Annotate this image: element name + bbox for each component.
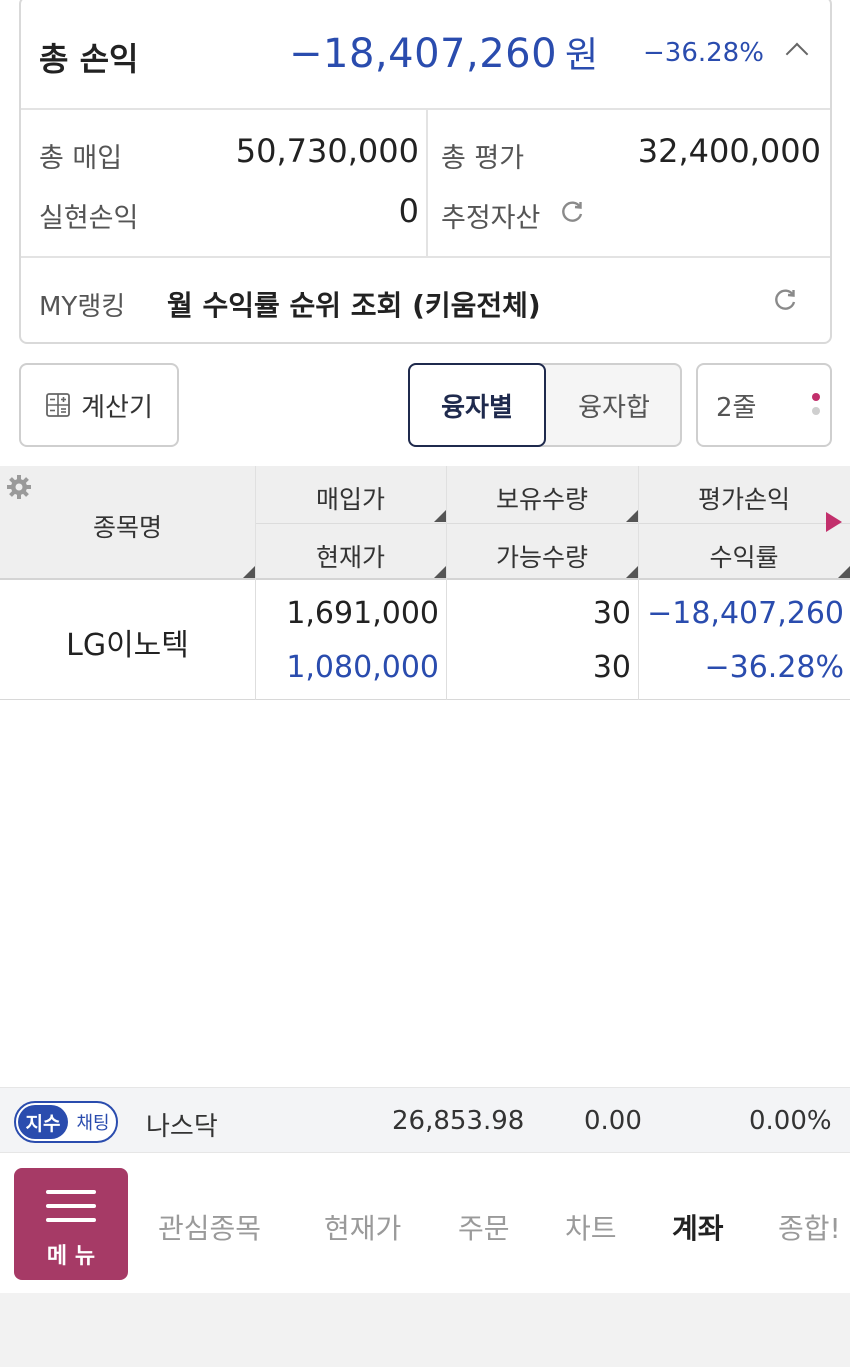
index-change: 0.00: [584, 1106, 642, 1136]
stats-grid: 총 매입 50,730,000 총 평가 32,400,000 실현손익 0 추…: [21, 110, 830, 258]
menu-button[interactable]: 메 뉴: [14, 1168, 128, 1280]
account-summary-card: 총 손익 −18,407,260 원 −36.28% 총 매입 50,730,00…: [19, 0, 832, 344]
calculator-button[interactable]: 계산기: [19, 363, 179, 447]
index-name: 나스닥: [146, 1112, 218, 1142]
tab-by-loan[interactable]: 융자별: [408, 363, 546, 447]
total-buy-label: 총 매입: [39, 143, 123, 174]
row-lines-selector[interactable]: 2줄: [696, 363, 832, 447]
stock-name[interactable]: LG이노텍: [0, 620, 255, 664]
calculator-icon: [46, 393, 71, 417]
index-ticker-bar[interactable]: 지수 채팅 나스닥 26,853.98 0.00 0.00%: [0, 1087, 850, 1153]
nav-current-price[interactable]: 현재가: [324, 1207, 401, 1247]
hamburger-icon: [46, 1190, 96, 1194]
return-rate-cell: −36.28%: [704, 650, 844, 685]
my-ranking-label: MY랭킹: [39, 292, 126, 322]
nav-watchlist[interactable]: 관심종목: [158, 1207, 261, 1247]
gear-icon[interactable]: [6, 474, 32, 500]
my-ranking-text[interactable]: 월 수익률 순위 조회 (키움전체): [167, 284, 541, 324]
nav-chart[interactable]: 차트: [565, 1207, 617, 1247]
header-eval-pl[interactable]: 평가손익: [638, 480, 850, 516]
total-eval-label: 총 평가: [441, 143, 525, 174]
tab-loan-sum[interactable]: 융자합: [546, 365, 682, 445]
index-toggle-option[interactable]: 지수: [18, 1105, 68, 1139]
estimated-assets-label: 추정자산: [441, 203, 541, 234]
stats-divider: [426, 110, 428, 258]
sort-icon: [243, 566, 255, 578]
sort-icon: [434, 566, 446, 578]
row-lines-label: 2줄: [716, 392, 757, 423]
available-qty-cell: 30: [592, 650, 631, 685]
nav-account[interactable]: 계좌: [672, 1207, 724, 1247]
header-available-qty[interactable]: 가능수량: [446, 538, 638, 574]
refresh-icon[interactable]: [771, 286, 799, 314]
loan-view-segment: 융자별 융자합: [408, 363, 682, 447]
eval-pl-cell: −18,407,260: [647, 596, 844, 631]
chat-toggle-option[interactable]: 채팅: [70, 1105, 116, 1139]
menu-label: 메 뉴: [46, 1244, 96, 1269]
table-row[interactable]: LG이노텍 1,691,000 1,080,000 30 30 −18,407,…: [0, 580, 850, 700]
sort-icon: [838, 566, 850, 578]
refresh-icon[interactable]: [558, 198, 586, 226]
total-pl-label: 총 손익: [39, 40, 139, 78]
total-eval-value: 32,400,000: [637, 132, 821, 170]
header-return-rate[interactable]: 수익률: [638, 538, 850, 574]
sort-icon: [626, 510, 638, 522]
my-ranking-row[interactable]: MY랭킹 월 수익률 순위 조회 (키움전체): [21, 260, 830, 344]
total-pl-row[interactable]: 총 손익 −18,407,260 원 −36.28%: [21, 0, 830, 110]
index-change-rate: 0.00%: [749, 1106, 832, 1136]
holding-qty-cell: 30: [592, 596, 631, 631]
header-current-price[interactable]: 현재가: [255, 538, 446, 574]
scroll-right-icon[interactable]: [826, 512, 842, 532]
buy-price-cell: 1,691,000: [286, 596, 439, 631]
chevron-up-icon[interactable]: [785, 42, 809, 66]
system-bar-area: [0, 1293, 850, 1367]
index-value: 26,853.98: [392, 1106, 525, 1136]
nav-overview[interactable]: 종합!: [778, 1207, 841, 1247]
sort-icon: [434, 510, 446, 522]
header-stock-name[interactable]: 종목명: [0, 508, 255, 544]
total-buy-value: 50,730,000: [235, 132, 419, 170]
total-pl-value: −18,407,260 원: [289, 31, 599, 77]
calculator-label: 계산기: [81, 392, 153, 423]
realized-pl-label: 실현손익: [39, 203, 139, 234]
total-pl-rate: −36.28%: [643, 38, 764, 68]
index-chat-toggle[interactable]: 지수 채팅: [14, 1101, 118, 1143]
bottom-navigation: 메 뉴 관심종목 현재가 주문 차트 계좌 종합!: [0, 1153, 850, 1293]
total-pl-unit: 원: [565, 35, 599, 76]
sort-icon: [626, 566, 638, 578]
holdings-table-header: 종목명 매입가 현재가 보유수량 가능수량 평가손익 수익률: [0, 466, 850, 580]
nav-order[interactable]: 주문: [458, 1207, 510, 1247]
header-holding-qty[interactable]: 보유수량: [446, 480, 638, 516]
more-dots-icon: [812, 393, 820, 421]
header-buy-price[interactable]: 매입가: [255, 480, 446, 516]
current-price-cell: 1,080,000: [286, 650, 439, 685]
realized-pl-value: 0: [398, 192, 419, 230]
